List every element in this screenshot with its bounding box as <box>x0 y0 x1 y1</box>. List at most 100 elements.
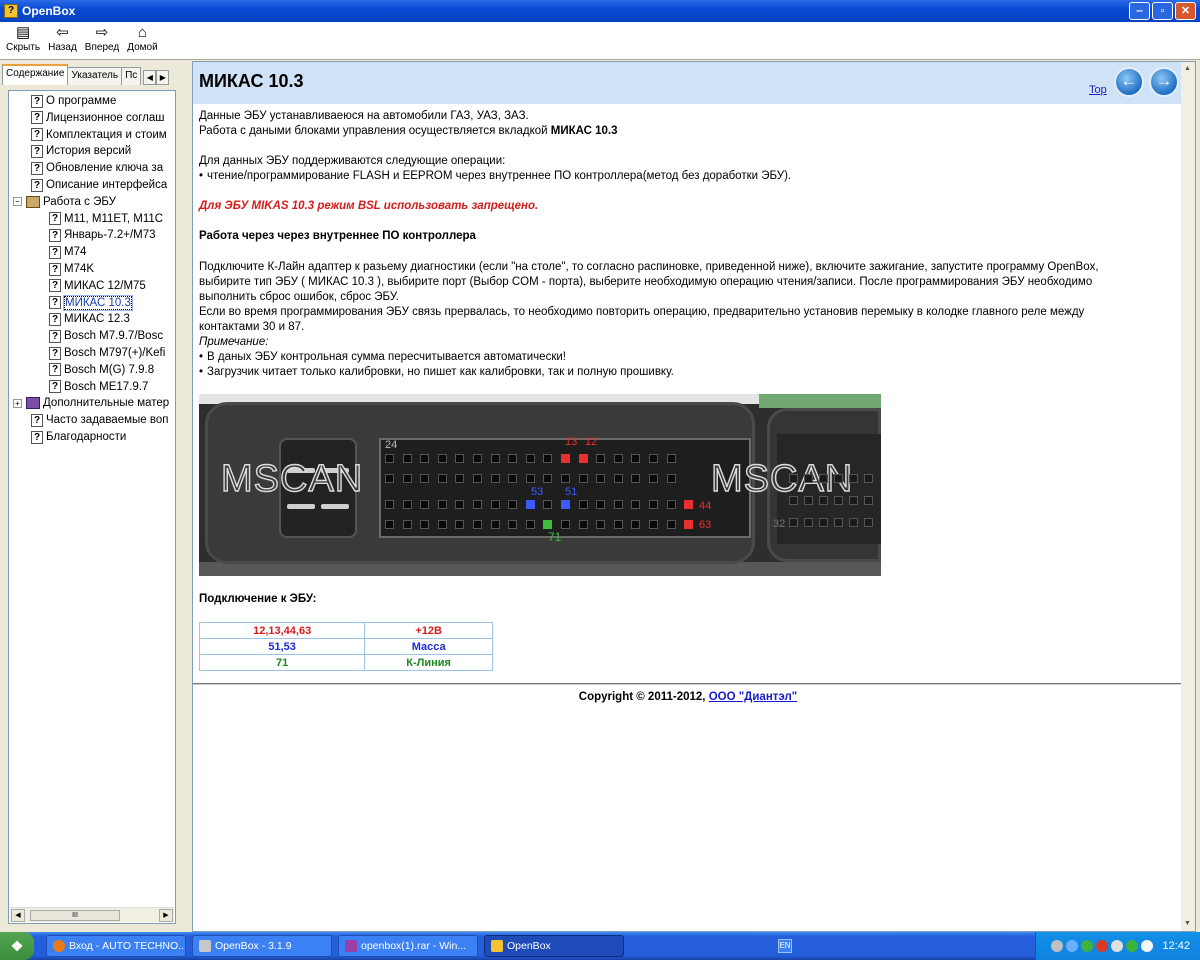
connector-pin <box>525 520 535 529</box>
help-app-icon: ? <box>4 4 18 18</box>
prev-page-icon[interactable]: ← <box>1114 67 1144 97</box>
volume-icon[interactable] <box>1111 940 1124 952</box>
pins-cell: 51,53 <box>198 638 366 655</box>
back-button[interactable]: ⇦ Назад <box>44 22 81 59</box>
top-link[interactable]: Top <box>1089 84 1107 96</box>
task-button[interactable]: openbox(1).rar - Win... <box>338 935 478 957</box>
tree-item[interactable]: + Дополнительные матер <box>13 395 169 411</box>
tab-scroll-left-icon[interactable]: ◀ <box>143 70 157 85</box>
tree-item[interactable]: ? Часто задаваемые воп <box>31 412 168 428</box>
contents-tree[interactable]: ? Благодарности? Часто задаваемые воп + Допо… <box>8 90 176 924</box>
tree-item[interactable]: ? Описание интерфейса <box>31 177 167 193</box>
tree-item[interactable]: ? История версий <box>31 143 131 159</box>
maximize-button[interactable]: ▫ <box>1152 2 1173 20</box>
connector-pin <box>649 454 658 463</box>
ops-item: чтение/программирование FLASH и EEPROM ч… <box>199 169 791 184</box>
tree-item[interactable]: ? О программе <box>31 93 116 109</box>
tree-item[interactable]: ? МИКАС 10.3 <box>49 294 133 311</box>
tree-item-label: О программе <box>46 95 117 107</box>
shield-icon[interactable] <box>1081 940 1094 952</box>
tree-horizontal-scrollbar[interactable]: ◀ III ▶ <box>10 907 174 922</box>
download-icon[interactable] <box>1141 940 1154 952</box>
connector-pin <box>455 474 465 483</box>
expand-icon[interactable]: + <box>13 398 22 408</box>
copyright-text: Copyright © 2011-2012, <box>578 691 709 703</box>
tree-item-label: M74K <box>64 263 95 275</box>
tree-item[interactable]: ? Bosch M7.9.7/Bosc <box>49 328 163 344</box>
help-page-icon: ? <box>49 329 61 343</box>
pin-label-53: 53 <box>531 486 544 498</box>
connector-pin <box>455 454 465 463</box>
next-page-icon[interactable]: → <box>1149 67 1179 97</box>
intro-line-2: Работа с даными блоками управления осуще… <box>199 124 618 139</box>
tree-item[interactable]: ? M74K <box>49 261 94 277</box>
help-page-icon: ? <box>31 144 43 158</box>
tree-item[interactable]: ? M74 <box>49 244 86 260</box>
torrent-icon[interactable] <box>1126 940 1139 952</box>
tree-item[interactable]: ? Bosch ME17.9.7 <box>49 379 148 395</box>
tree-item[interactable]: ? Январь-7.2+/M73 <box>49 227 156 243</box>
connector-pin <box>578 474 588 483</box>
scroll-down-icon[interactable]: ▼ <box>1181 917 1194 931</box>
help-page-icon: ? <box>31 178 43 192</box>
task-button-active[interactable]: OpenBox <box>484 935 624 957</box>
pin-label-12: 12 <box>585 436 598 448</box>
task-button[interactable]: Вход - AUTO TECHNO... <box>46 935 186 957</box>
start-button[interactable]: ❖ <box>0 932 34 960</box>
tree-item-label: M11, M11ET, M11C <box>64 212 164 225</box>
antivirus-icon[interactable] <box>1096 940 1109 952</box>
tab-contents[interactable]: Содержание <box>2 64 69 85</box>
connector-pin <box>613 454 623 463</box>
window-titlebar[interactable]: ? OpenBox ‒ ▫ ✕ <box>0 0 1200 22</box>
tree-item[interactable]: ? M11, M11ET, M11C <box>49 211 163 227</box>
signal-cell: Масса <box>364 638 493 655</box>
closed-book-icon <box>26 397 40 410</box>
tree-item[interactable]: ? Благодарности <box>31 429 126 445</box>
connector-pin <box>508 520 518 529</box>
tab-scroll-right-icon[interactable]: ▶ <box>156 70 170 85</box>
highlighted-pin <box>684 520 694 529</box>
hide-button[interactable]: ▤ Скрыть <box>2 22 44 59</box>
forward-button[interactable]: ⇨ Вперед <box>81 22 123 59</box>
collapse-icon[interactable]: − <box>13 197 22 207</box>
network-icon[interactable] <box>1051 940 1064 952</box>
connector-pin <box>849 518 858 527</box>
scroll-left-icon[interactable]: ◀ <box>11 909 25 922</box>
connector-pin <box>649 500 658 509</box>
firefox-icon <box>53 940 65 952</box>
close-button[interactable]: ✕ <box>1175 2 1196 20</box>
tree-item[interactable]: ? Обновление ключа за <box>31 160 163 176</box>
tab-index[interactable]: Указатель <box>67 67 123 85</box>
language-indicator[interactable]: EN <box>778 939 792 953</box>
tree-item[interactable]: ? Bosch M797(+)/Kefi <box>49 345 165 361</box>
pin-label-51: 51 <box>565 486 578 498</box>
scroll-up-icon[interactable]: ▲ <box>1181 62 1194 76</box>
connector-pin <box>804 496 813 505</box>
tree-item[interactable]: ? МИКАС 12/M75 <box>49 278 146 294</box>
hide-icon: ▤ <box>15 24 31 41</box>
highlighted-pin <box>684 500 694 509</box>
tree-item[interactable]: ? Комплектация и стоим <box>31 127 167 143</box>
connector-pin <box>420 500 430 509</box>
tree-item[interactable]: ? МИКАС 12.3 <box>49 311 130 327</box>
connector-pin <box>804 474 813 483</box>
tree-item[interactable]: ? Bosch M(G) 7.9.8 <box>49 362 154 378</box>
home-button[interactable]: ⌂ Домой <box>123 22 161 59</box>
tree-item[interactable]: − Работа с ЭБУ <box>13 194 116 210</box>
article-vertical-scrollbar[interactable]: ▲ ▼ <box>1181 62 1195 931</box>
scroll-thumb[interactable]: III <box>30 910 120 921</box>
footer-divider <box>193 683 1183 685</box>
task-button[interactable]: OpenBox - 3.1.9 <box>192 935 332 957</box>
tree-item[interactable]: ? Лицензионное соглаш <box>31 110 165 126</box>
connector-pin <box>420 520 430 529</box>
connector-pin <box>473 474 482 483</box>
window-title: OpenBox <box>22 4 76 18</box>
scroll-right-icon[interactable]: ▶ <box>159 909 173 922</box>
tab-search[interactable]: Пс <box>121 67 142 85</box>
minimize-button[interactable]: ‒ <box>1129 2 1150 20</box>
bsl-warning: Для ЭБУ MIKAS 10.3 режим BSL использоват… <box>199 200 539 212</box>
connector-pin <box>420 474 430 483</box>
bluetooth-icon[interactable] <box>1066 940 1079 952</box>
company-link[interactable]: ООО "Диантэл" <box>709 691 798 703</box>
highlighted-pin <box>561 500 570 509</box>
